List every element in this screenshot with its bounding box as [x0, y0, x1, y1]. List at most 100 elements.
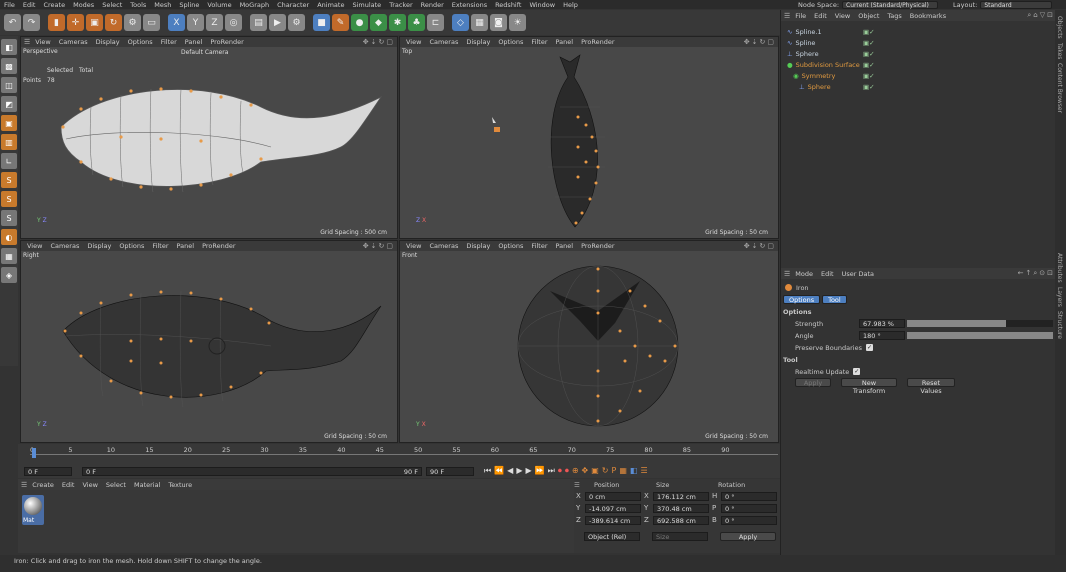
menu-extensions[interactable]: Extensions — [448, 1, 491, 9]
render-view-icon[interactable]: ▶ — [269, 14, 286, 31]
menu-mesh[interactable]: Mesh — [150, 1, 175, 9]
key-rotation-icon[interactable]: ↻ — [602, 466, 609, 476]
viewport-perspective[interactable]: ☰ View Cameras Display Options Filter Pa… — [20, 36, 398, 239]
viewport-nav-icons[interactable]: ✥⇣↻▢ — [363, 38, 395, 46]
model-mode-icon[interactable]: ▥ — [1, 134, 17, 150]
lock-workplane-icon[interactable]: ◐ — [1, 229, 17, 245]
realtime-checkbox[interactable]: ✓ — [853, 368, 861, 375]
mat-menu-view[interactable]: View — [79, 481, 100, 489]
menu-edit[interactable]: Edit — [19, 1, 40, 9]
obj-menu-tags[interactable]: Tags — [884, 12, 904, 20]
mat-menu-create[interactable]: Create — [29, 481, 57, 489]
visibility-check-icon[interactable]: ▣✓ — [863, 50, 875, 58]
cloner-icon[interactable]: ✱ — [389, 14, 406, 31]
size-mode-dropdown[interactable]: Size — [652, 532, 708, 541]
make-editable-icon[interactable]: ◧ — [1, 39, 17, 55]
z-axis-icon[interactable]: Z — [206, 14, 223, 31]
tab-layers[interactable]: Layers — [1056, 287, 1063, 307]
vp-menu-view[interactable]: View — [403, 38, 424, 46]
coord-rot-field[interactable]: 0 ° — [721, 515, 777, 525]
vp-menu-cameras[interactable]: Cameras — [426, 38, 461, 46]
coord-pos-field[interactable]: -389.614 cm — [585, 515, 641, 525]
visibility-check-icon[interactable]: ▣✓ — [863, 72, 875, 80]
current-frame-field[interactable]: 0 F — [24, 466, 72, 476]
workplane-icon[interactable]: S — [1, 210, 17, 226]
search-icon[interactable]: ⌕⌂▽⊡ — [1027, 11, 1055, 20]
hamburger-icon[interactable]: ☰ — [574, 481, 594, 489]
goto-start-icon[interactable]: ⏮ — [484, 466, 491, 476]
vp-menu-prorender[interactable]: ProRender — [207, 38, 246, 46]
obj-menu-file[interactable]: File — [792, 12, 809, 20]
keyframe-selection-icon[interactable]: ⊕ — [572, 466, 579, 476]
tag-icon[interactable]: ◇ — [452, 14, 469, 31]
visibility-check-icon[interactable]: ▣✓ — [863, 39, 875, 47]
material-swatch[interactable]: Mat — [22, 495, 44, 525]
light-icon[interactable]: ☀ — [509, 14, 526, 31]
planar-workplane-icon[interactable]: ▦ — [1, 248, 17, 264]
attr-menu-userdata[interactable]: User Data — [839, 270, 877, 278]
menu-tools[interactable]: Tools — [126, 1, 150, 9]
menu-select[interactable]: Select — [98, 1, 126, 9]
viewport-front[interactable]: View Cameras Display Options Filter Pane… — [399, 240, 779, 443]
angle-field[interactable]: 180 ° — [859, 331, 905, 340]
obj-menu-edit[interactable]: Edit — [811, 12, 830, 20]
menu-window[interactable]: Window — [525, 1, 559, 9]
key-scale-icon[interactable]: ▣ — [591, 466, 599, 476]
pen-icon[interactable]: ✎ — [332, 14, 349, 31]
coord-mode-dropdown[interactable]: Object (Rel) — [584, 532, 640, 541]
coordinate-system-icon[interactable]: ◎ — [225, 14, 242, 31]
extrude-icon[interactable]: ◆ — [370, 14, 387, 31]
obj-menu-object[interactable]: Object — [855, 12, 882, 20]
record-icon[interactable]: ⏺ — [558, 466, 562, 476]
vp-menu-options[interactable]: Options — [116, 242, 147, 250]
menu-tracker[interactable]: Tracker — [385, 1, 416, 9]
visibility-check-icon[interactable]: ▣✓ — [863, 61, 875, 69]
vp-menu-view[interactable]: View — [32, 38, 53, 46]
object-row[interactable]: ∿ Spline ▣✓ — [781, 37, 1043, 48]
edges-mode-icon[interactable]: ◩ — [1, 96, 17, 112]
end-frame-field[interactable]: 90 F — [426, 466, 474, 476]
vp-menu-view[interactable]: View — [24, 242, 45, 250]
viewport-right[interactable]: View Cameras Display Options Filter Pane… — [20, 240, 398, 443]
menu-spline[interactable]: Spline — [175, 1, 203, 9]
live-selection-icon[interactable]: ▭ — [143, 14, 160, 31]
rotate-tool-icon[interactable]: ↻ — [105, 14, 122, 31]
tab-objects[interactable]: Objects — [1056, 16, 1063, 39]
texture-mode-icon[interactable]: ▩ — [1, 58, 17, 74]
menu-modes[interactable]: Modes — [69, 1, 98, 9]
tab-structure[interactable]: Structure — [1056, 311, 1063, 339]
nav-arrows-icon[interactable]: ←↑⌕⊙⊡ — [1018, 269, 1055, 278]
playhead[interactable] — [32, 448, 36, 458]
scale-tool-icon[interactable]: ▣ — [86, 14, 103, 31]
autokey-icon[interactable]: ⏺ — [565, 466, 569, 476]
tab-options[interactable]: Options — [783, 295, 821, 304]
vp-menu-filter[interactable]: Filter — [158, 38, 180, 46]
reset-values-button[interactable]: Reset Values — [907, 378, 955, 395]
mograph-icon[interactable]: ♣ — [408, 14, 425, 31]
move-tool-icon[interactable]: ✛ — [67, 14, 84, 31]
vp-menu-display[interactable]: Display — [463, 38, 493, 46]
vp-menu-prorender[interactable]: ProRender — [578, 242, 617, 250]
vp-menu-prorender[interactable]: ProRender — [578, 38, 617, 46]
prev-key-icon[interactable]: ⏪ — [494, 466, 504, 476]
points-mode-icon[interactable]: ◫ — [1, 77, 17, 93]
y-axis-icon[interactable]: Y — [187, 14, 204, 31]
viewport-nav-icons[interactable]: ✥⇣↻▢ — [744, 38, 776, 46]
vp-menu-cameras[interactable]: Cameras — [56, 38, 91, 46]
viewport-nav-icons[interactable]: ✥⇣↻▢ — [363, 242, 395, 250]
menu-help[interactable]: Help — [559, 1, 582, 9]
camera-icon[interactable]: ◙ — [490, 14, 507, 31]
obj-menu-view[interactable]: View — [832, 12, 853, 20]
menu-simulate[interactable]: Simulate — [348, 1, 385, 9]
vp-menu-options[interactable]: Options — [495, 38, 526, 46]
render-region-icon[interactable]: ▤ — [250, 14, 267, 31]
play-icon[interactable]: ▶ — [516, 466, 522, 476]
new-transform-button[interactable]: New Transform — [841, 378, 897, 395]
preview-range[interactable]: 0 F 90 F — [82, 466, 422, 476]
coord-size-field[interactable]: 176.112 cm — [653, 491, 709, 501]
viewport-nav-icons[interactable]: ✥⇣↻▢ — [744, 242, 776, 250]
axis-mode-icon[interactable]: ∟ — [1, 153, 17, 169]
key-pla-icon[interactable]: ▦ — [619, 466, 627, 476]
menu-character[interactable]: Character — [273, 1, 313, 9]
object-row[interactable]: ◉ Symmetry ▣✓ — [781, 70, 1043, 81]
